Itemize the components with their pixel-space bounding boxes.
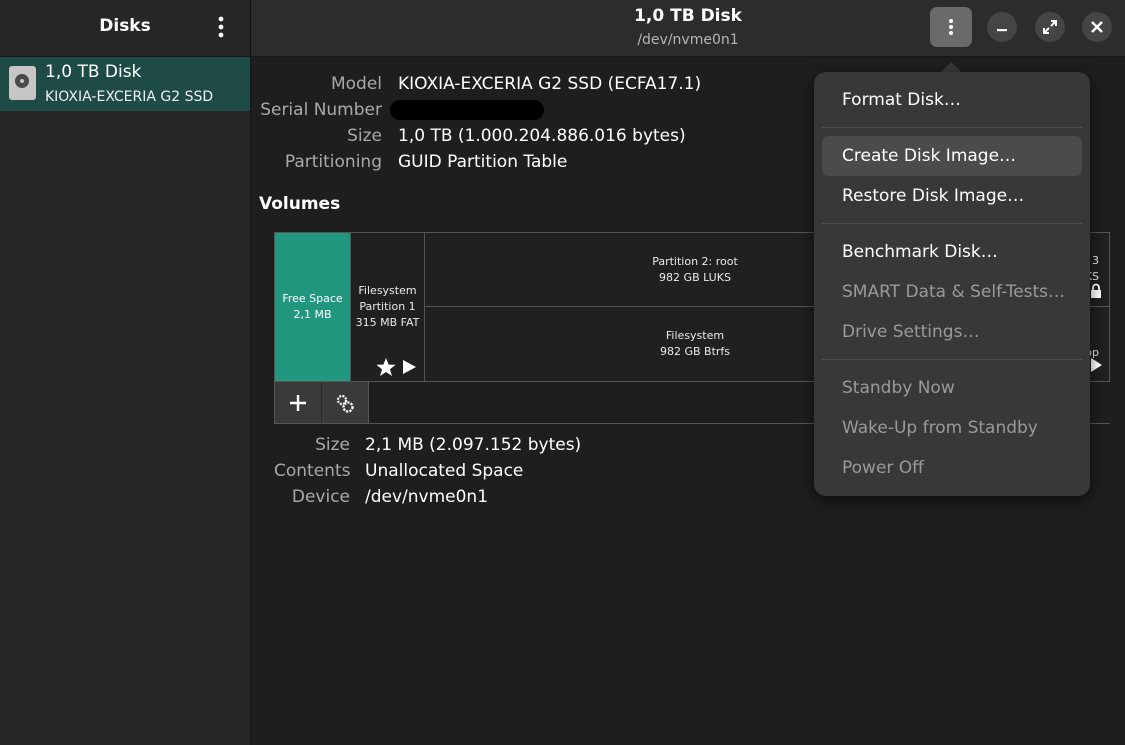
minimize-button[interactable] bbox=[987, 12, 1017, 42]
partition1-line1: Filesystem bbox=[358, 284, 417, 297]
lock-icon bbox=[1091, 283, 1101, 298]
disk-name: 1,0 TB Disk bbox=[45, 62, 142, 82]
menu-arrow bbox=[941, 62, 961, 72]
menu-item-drive-settings[interactable]: Drive Settings… bbox=[822, 312, 1082, 352]
maximize-button[interactable] bbox=[1035, 12, 1065, 42]
play-icon bbox=[403, 360, 416, 374]
menu-item-smart-data[interactable]: SMART Data & Self-Tests… bbox=[822, 272, 1082, 312]
harddisk-icon bbox=[9, 66, 36, 100]
size-value: 1,0 TB (1.000.204.886.016 bytes) bbox=[398, 126, 686, 146]
partition3-line1: 3 bbox=[1092, 254, 1099, 267]
free-space-size: 2,1 MB bbox=[293, 308, 332, 321]
size-label: Size bbox=[347, 126, 382, 146]
vol-contents-label: Contents bbox=[274, 461, 351, 481]
menu-item-format-disk[interactable]: Format Disk… bbox=[822, 80, 1082, 120]
menu-item-restore-disk-image[interactable]: Restore Disk Image… bbox=[822, 176, 1082, 216]
partitioning-value: GUID Partition Table bbox=[398, 152, 568, 172]
menu-item-wake-up[interactable]: Wake-Up from Standby bbox=[822, 408, 1082, 448]
partition-options-button[interactable] bbox=[322, 382, 369, 423]
partition1-line2: Partition 1 bbox=[359, 300, 416, 313]
vol-size-label: Size bbox=[315, 435, 350, 455]
disk-model: KIOXIA-EXCERIA G2 SSD bbox=[45, 89, 214, 105]
free-space-segment[interactable]: Free Space 2,1 MB bbox=[275, 233, 350, 381]
partitioning-label: Partitioning bbox=[284, 152, 382, 172]
volumes-heading: Volumes bbox=[259, 194, 341, 214]
play-icon bbox=[1091, 358, 1102, 372]
star-icon bbox=[376, 358, 396, 376]
partition1-line3: 315 MB FAT bbox=[355, 316, 420, 329]
menu-item-create-disk-image[interactable]: Create Disk Image… bbox=[822, 136, 1082, 176]
sidebar-menu-button[interactable] bbox=[204, 10, 238, 44]
vol-device-label: Device bbox=[291, 487, 350, 507]
close-button[interactable] bbox=[1082, 12, 1112, 42]
model-value: KIOXIA-EXCERIA G2 SSD (ECFA17.1) bbox=[398, 74, 702, 94]
model-label: Model bbox=[330, 74, 382, 94]
disk-menu-button[interactable] bbox=[930, 7, 972, 47]
menu-item-power-off[interactable]: Power Off bbox=[822, 448, 1082, 488]
maximize-icon bbox=[1043, 20, 1057, 34]
free-space-title: Free Space bbox=[282, 292, 343, 305]
close-icon bbox=[1091, 21, 1103, 33]
vol-device-value: /dev/nvme0n1 bbox=[365, 487, 489, 507]
vol-contents-value: Unallocated Space bbox=[365, 461, 524, 481]
disk-popover-menu: Format Disk… Create Disk Image… Restore … bbox=[814, 72, 1090, 496]
menu-item-benchmark-disk[interactable]: Benchmark Disk… bbox=[822, 232, 1082, 272]
vertical-dots-icon bbox=[218, 16, 224, 38]
serial-label: Serial Number bbox=[260, 100, 382, 120]
serial-redaction bbox=[390, 100, 544, 120]
menu-separator bbox=[822, 127, 1082, 128]
partition2-line1: Partition 2: root bbox=[652, 254, 738, 268]
plus-icon bbox=[290, 394, 306, 411]
add-partition-button[interactable] bbox=[275, 382, 322, 423]
gears-icon bbox=[336, 394, 354, 413]
vertical-dots-icon bbox=[949, 19, 953, 35]
menu-item-standby-now[interactable]: Standby Now bbox=[822, 368, 1082, 408]
vol-size-value: 2,1 MB (2.097.152 bytes) bbox=[365, 435, 582, 455]
btrfs-line2: 982 GB Btrfs bbox=[659, 345, 731, 358]
menu-separator bbox=[822, 223, 1082, 224]
btrfs-line1: Filesystem bbox=[665, 329, 725, 342]
menu-separator bbox=[822, 359, 1082, 360]
partition2-line2: 982 GB LUKS bbox=[659, 270, 731, 284]
sidebar bbox=[0, 0, 251, 745]
minimize-icon bbox=[997, 29, 1007, 32]
partition1-segment[interactable]: Filesystem Partition 1 315 MB FAT bbox=[350, 233, 425, 381]
